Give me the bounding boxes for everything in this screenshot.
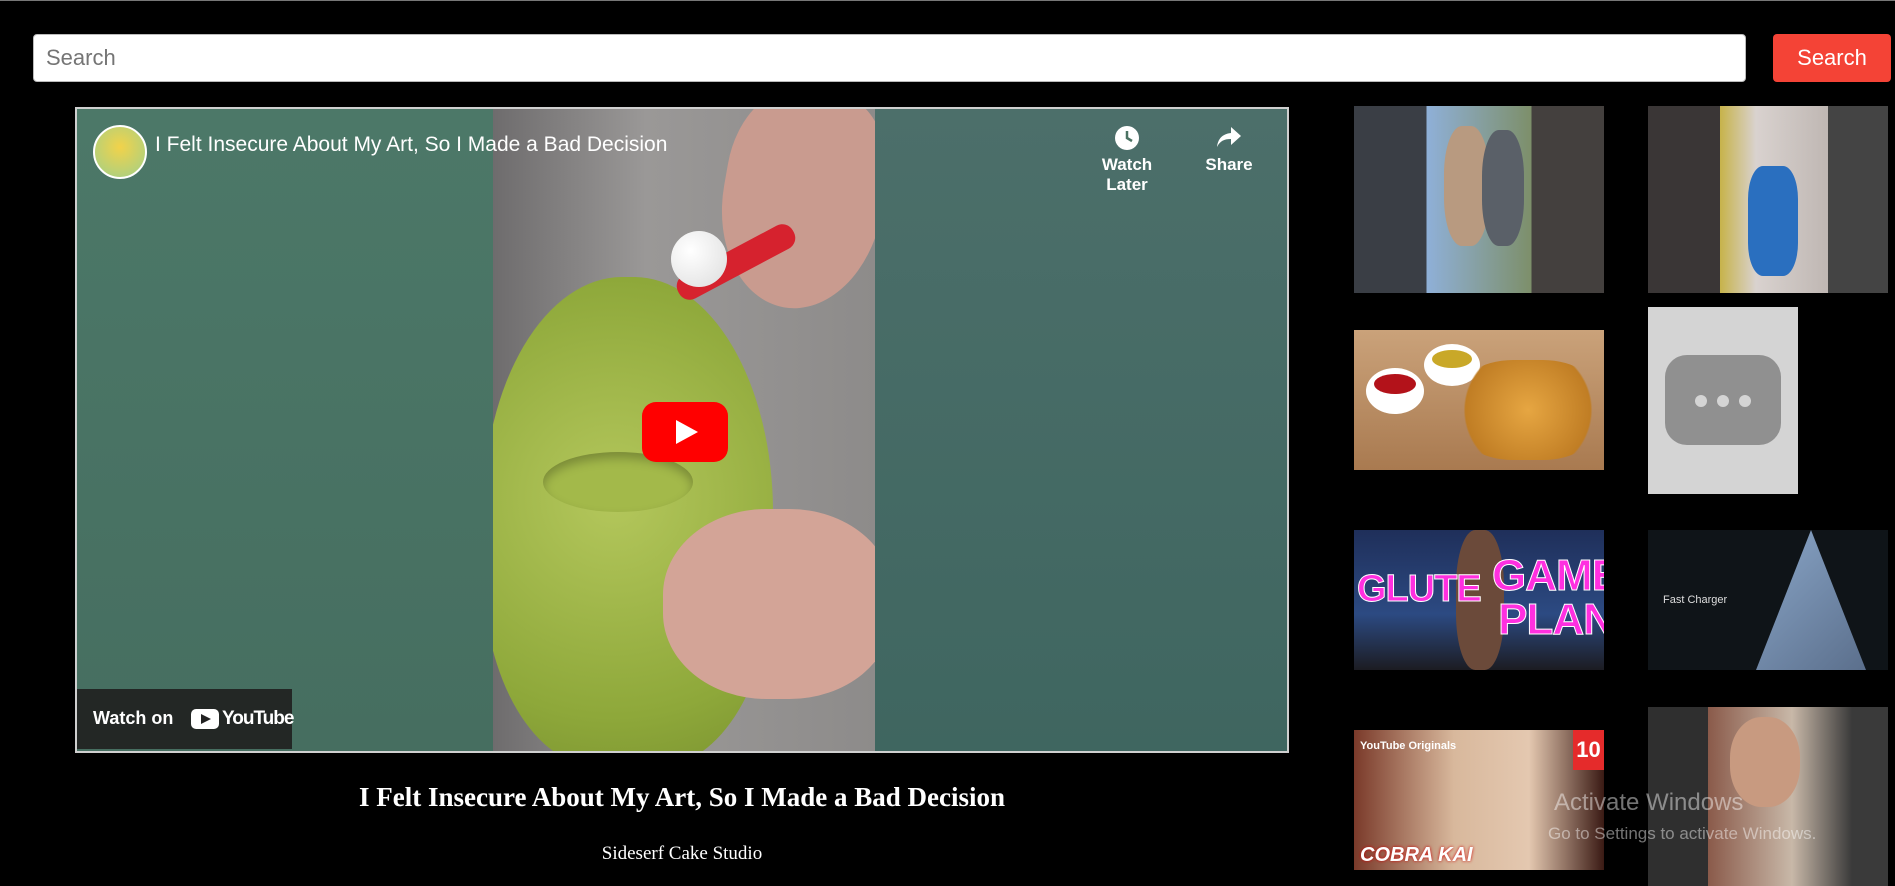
watch-later-label: Watch Later (1101, 155, 1153, 194)
related-video-thumbnail-6[interactable]: Fast Charger (1648, 530, 1888, 670)
related-video-thumbnail-2[interactable] (1648, 106, 1888, 293)
thumbnail-person (1482, 130, 1524, 246)
top-border (0, 0, 1895, 1)
thumbnail-text-line: GAME (1492, 551, 1605, 600)
thumbnail-text: YouTube Originals (1360, 740, 1457, 752)
player-title[interactable]: I Felt Insecure About My Art, So I Made … (155, 133, 667, 157)
watch-later-button[interactable]: Watch Later (1082, 125, 1172, 195)
video-player[interactable]: I Felt Insecure About My Art, So I Made … (75, 107, 1289, 753)
related-video-thumbnail-4[interactable] (1648, 307, 1798, 494)
thumbnail-person (1748, 166, 1798, 276)
activate-windows-hint: Go to Settings to activate Windows. (1548, 824, 1817, 843)
related-video-thumbnail-5[interactable]: GLUTE GAME PLAN (1354, 530, 1604, 670)
hand-top (705, 109, 875, 322)
related-video-thumbnail-1[interactable] (1354, 106, 1604, 293)
watch-on-youtube-button[interactable]: Watch on YouTube (77, 689, 294, 749)
share-label: Share (1205, 155, 1253, 174)
watch-on-label: Watch on (93, 708, 174, 728)
charger-graphic (1756, 530, 1866, 670)
play-button[interactable] (642, 402, 728, 462)
show-logo: COBRA KAI (1360, 844, 1473, 866)
channel-name: Sideserf Cake Studio (601, 843, 763, 864)
tater-tots (1454, 360, 1602, 460)
youtube-wordmark: YouTube (222, 708, 294, 729)
episode-badge: 10 (1573, 730, 1604, 770)
related-video-thumbnail-3[interactable] (1354, 330, 1604, 470)
share-arrow-icon (1217, 127, 1241, 147)
search-input[interactable] (33, 34, 1746, 82)
video-frame-right (875, 109, 1287, 751)
thumbnail-text-line: PLAN (1498, 595, 1604, 644)
sculpting-tool-tip (671, 231, 727, 287)
more-placeholder-icon (1665, 355, 1781, 445)
channel-avatar[interactable] (93, 125, 147, 179)
search-button[interactable]: Search (1773, 34, 1891, 82)
clock-icon (1115, 126, 1139, 150)
thumbnail-text: GAME PLAN (1492, 551, 1605, 644)
thumbnail-text: GLUTE (1357, 568, 1483, 611)
ketchup-bowl (1366, 368, 1424, 414)
youtube-play-icon (191, 709, 219, 729)
activate-windows-watermark: Activate Windows (1554, 789, 1744, 816)
thumbnail-text: Fast Charger (1663, 594, 1728, 606)
video-title: I Felt Insecure About My Art, So I Made … (359, 782, 1005, 812)
share-button[interactable]: Share (1184, 125, 1274, 175)
video-frame-left (77, 109, 493, 751)
hand-bottom (663, 509, 875, 699)
